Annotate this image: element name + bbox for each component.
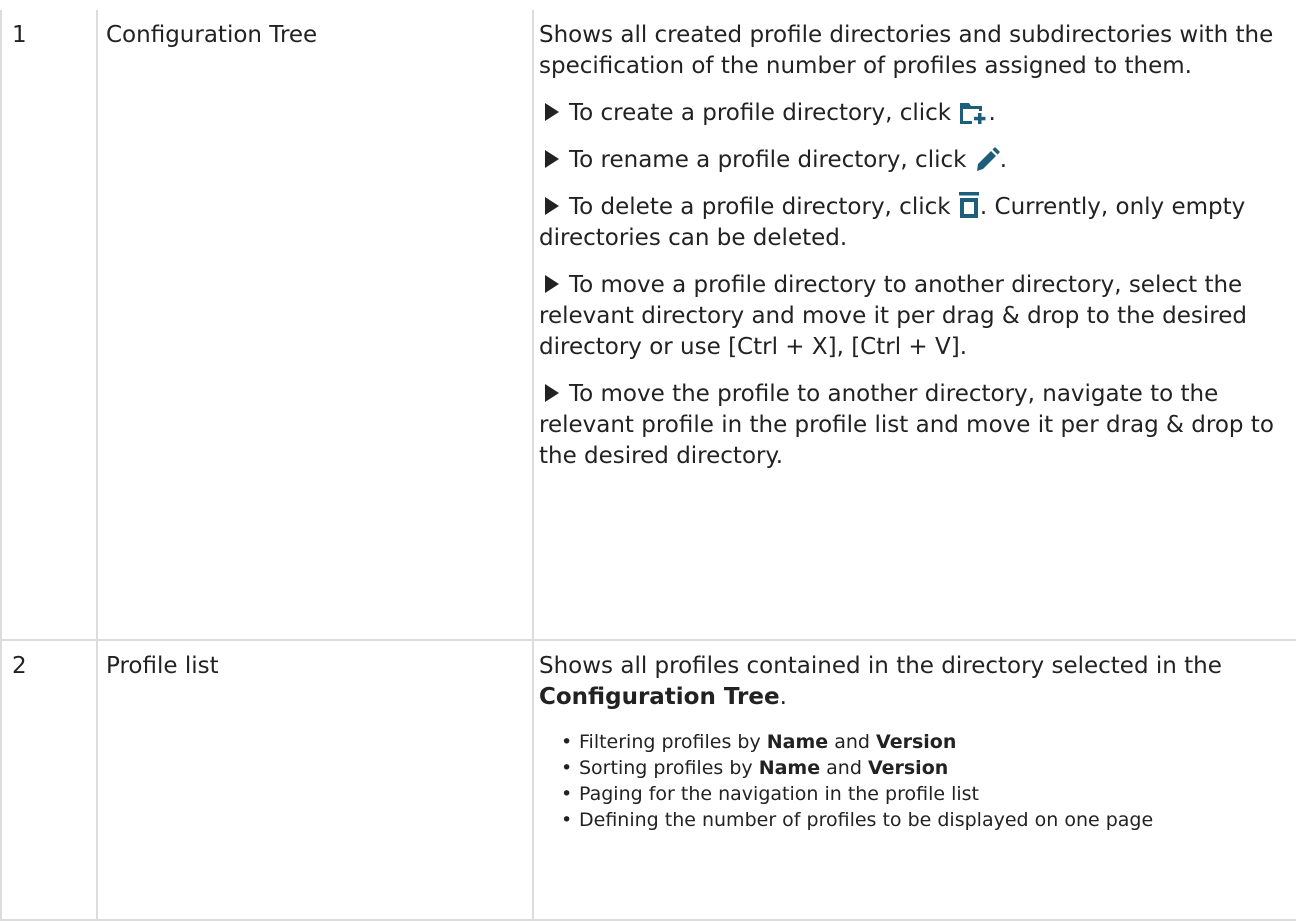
folder-plus-icon: [960, 103, 986, 124]
row-number: 2: [0, 639, 98, 921]
description-text: Shows all created profile directories an…: [539, 22, 1274, 79]
trash-icon: [958, 192, 979, 218]
arrow-right-icon: [545, 150, 559, 168]
step-item: To move a profile directory to another d…: [539, 270, 1290, 363]
step-text: To move a profile directory to another d…: [539, 272, 1247, 360]
step-item: To delete a profile directory, click . C…: [539, 192, 1246, 251]
list-item: • Filtering profiles by Name and Version: [561, 731, 957, 753]
row-number: 1: [0, 10, 98, 641]
step-text: To delete a profile directory, click: [569, 194, 951, 220]
description-text: Shows all profiles contained in the dire…: [539, 653, 1222, 710]
step-text: To create a profile directory, click: [569, 100, 952, 126]
arrow-right-icon: [545, 275, 559, 293]
arrow-right-icon: [545, 384, 559, 402]
step-item: To move the profile to another directory…: [539, 379, 1290, 472]
row-name: Profile list: [96, 639, 534, 921]
feature-table: 1 Configuration Tree Shows all created p…: [0, 10, 1296, 921]
step-item: To rename a profile directory, click .: [539, 145, 1290, 176]
list-item: • Defining the number of profiles to be d…: [561, 809, 1154, 831]
list-item: • Paging for the navigation in the profil…: [561, 783, 980, 805]
step-text: To rename a profile directory, click: [569, 147, 967, 173]
arrow-right-icon: [545, 197, 559, 215]
step-text: To move the profile to another directory…: [539, 381, 1274, 469]
table-row: 1 Configuration Tree Shows all created p…: [0, 10, 1296, 641]
row-description: Shows all profiles contained in the dire…: [532, 639, 1296, 921]
row-description: Shows all created profile directories an…: [532, 10, 1296, 641]
list-item: • Sorting profiles by Name and Version: [561, 757, 949, 779]
table-row: 2 Profile list Shows all profiles contai…: [0, 639, 1296, 921]
feature-list: • Filtering profiles by Name and Version …: [559, 729, 1290, 833]
bold-term: Configuration Tree: [539, 684, 780, 710]
pencil-icon: [976, 147, 1000, 171]
step-item: To create a profile directory, click .: [539, 98, 1290, 129]
row-name: Configuration Tree: [96, 10, 534, 641]
arrow-right-icon: [545, 103, 559, 121]
